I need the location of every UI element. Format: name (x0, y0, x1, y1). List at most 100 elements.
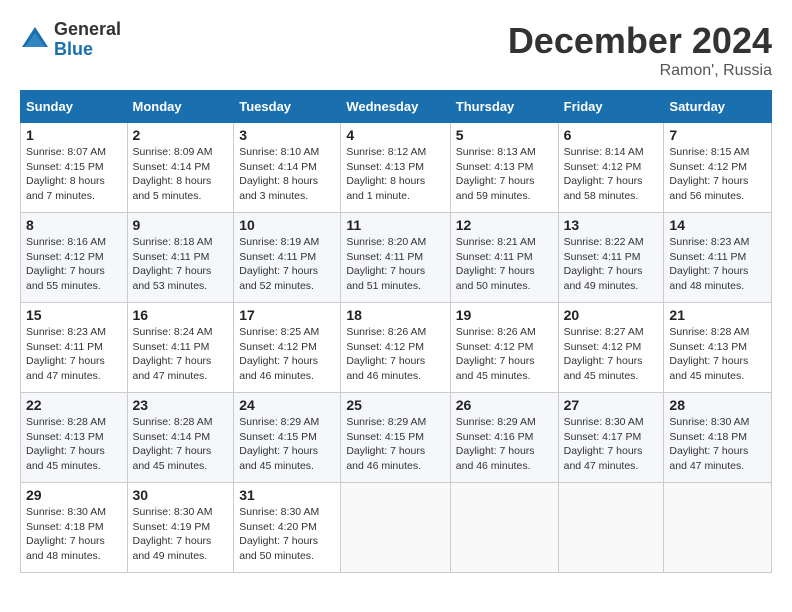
day-info: Sunrise: 8:12 AM Sunset: 4:13 PM Dayligh… (346, 145, 444, 204)
day-info: Sunrise: 8:29 AM Sunset: 4:16 PM Dayligh… (456, 415, 553, 474)
logo-blue-text: Blue (54, 40, 121, 60)
calendar-cell: 5Sunrise: 8:13 AM Sunset: 4:13 PM Daylig… (450, 123, 558, 213)
calendar-cell: 24Sunrise: 8:29 AM Sunset: 4:15 PM Dayli… (234, 393, 341, 483)
logo-general-text: General (54, 20, 121, 40)
day-info: Sunrise: 8:27 AM Sunset: 4:12 PM Dayligh… (564, 325, 659, 384)
calendar-cell: 13 Sunrise: 8:22 AM Sunset: 4:11 PM Dayli… (558, 213, 664, 303)
calendar-week-5: 29 Sunrise: 8:30 AM Sunset: 4:18 PM Dayli… (21, 483, 772, 573)
day-info: Sunrise: 8:26 AM Sunset: 4:12 PM Dayligh… (346, 325, 444, 384)
weekday-header-saturday: Saturday (664, 91, 772, 123)
day-number: 22 (26, 397, 122, 413)
calendar-cell: 7 Sunrise: 8:15 AM Sunset: 4:12 PM Daylig… (664, 123, 772, 213)
day-number: 29 (26, 487, 122, 503)
day-number: 7 (669, 127, 766, 143)
calendar-cell: 25 Sunrise: 8:29 AM Sunset: 4:15 PM Dayli… (341, 393, 450, 483)
weekday-header-tuesday: Tuesday (234, 91, 341, 123)
weekday-header-friday: Friday (558, 91, 664, 123)
day-info: Sunrise: 8:23 AM Sunset: 4:11 PM Dayligh… (26, 325, 122, 384)
day-number: 12 (456, 217, 553, 233)
logo-text: General Blue (54, 20, 121, 60)
day-number: 9 (133, 217, 229, 233)
day-number: 14 (669, 217, 766, 233)
calendar-week-3: 15 Sunrise: 8:23 AM Sunset: 4:11 PM Dayli… (21, 303, 772, 393)
day-number: 27 (564, 397, 659, 413)
day-info: Sunrise: 8:16 AM Sunset: 4:12 PM Dayligh… (26, 235, 122, 294)
day-number: 28 (669, 397, 766, 413)
day-number: 10 (239, 217, 335, 233)
weekday-header-wednesday: Wednesday (341, 91, 450, 123)
calendar-week-1: 1Sunrise: 8:07 AM Sunset: 4:15 PM Daylig… (21, 123, 772, 213)
calendar-week-4: 22 Sunrise: 8:28 AM Sunset: 4:13 PM Dayli… (21, 393, 772, 483)
location-title: Ramon', Russia (508, 62, 772, 80)
day-info: Sunrise: 8:26 AM Sunset: 4:12 PM Dayligh… (456, 325, 553, 384)
day-number: 15 (26, 307, 122, 323)
day-number: 5 (456, 127, 553, 143)
calendar-cell: 9Sunrise: 8:18 AM Sunset: 4:11 PM Daylig… (127, 213, 234, 303)
calendar-week-2: 8 Sunrise: 8:16 AM Sunset: 4:12 PM Daylig… (21, 213, 772, 303)
day-info: Sunrise: 8:09 AM Sunset: 4:14 PM Dayligh… (133, 145, 229, 204)
day-number: 21 (669, 307, 766, 323)
weekday-header-thursday: Thursday (450, 91, 558, 123)
calendar-cell: 26 Sunrise: 8:29 AM Sunset: 4:16 PM Dayli… (450, 393, 558, 483)
calendar-cell: 12 Sunrise: 8:21 AM Sunset: 4:11 PM Dayli… (450, 213, 558, 303)
calendar-cell: 16Sunrise: 8:24 AM Sunset: 4:11 PM Dayli… (127, 303, 234, 393)
day-number: 25 (346, 397, 444, 413)
day-info: Sunrise: 8:30 AM Sunset: 4:19 PM Dayligh… (133, 505, 229, 564)
calendar-cell: 17 Sunrise: 8:25 AM Sunset: 4:12 PM Dayli… (234, 303, 341, 393)
calendar-cell: 8 Sunrise: 8:16 AM Sunset: 4:12 PM Daylig… (21, 213, 128, 303)
calendar-cell: 6Sunrise: 8:14 AM Sunset: 4:12 PM Daylig… (558, 123, 664, 213)
calendar-cell: 19Sunrise: 8:26 AM Sunset: 4:12 PM Dayli… (450, 303, 558, 393)
day-number: 11 (346, 217, 444, 233)
calendar-cell: 10Sunrise: 8:19 AM Sunset: 4:11 PM Dayli… (234, 213, 341, 303)
day-info: Sunrise: 8:30 AM Sunset: 4:18 PM Dayligh… (669, 415, 766, 474)
calendar-cell: 31 Sunrise: 8:30 AM Sunset: 4:20 PM Dayli… (234, 483, 341, 573)
day-info: Sunrise: 8:24 AM Sunset: 4:11 PM Dayligh… (133, 325, 229, 384)
day-info: Sunrise: 8:25 AM Sunset: 4:12 PM Dayligh… (239, 325, 335, 384)
calendar-cell: 14 Sunrise: 8:23 AM Sunset: 4:11 PM Dayli… (664, 213, 772, 303)
day-info: Sunrise: 8:30 AM Sunset: 4:17 PM Dayligh… (564, 415, 659, 474)
day-info: Sunrise: 8:30 AM Sunset: 4:20 PM Dayligh… (239, 505, 335, 564)
day-info: Sunrise: 8:20 AM Sunset: 4:11 PM Dayligh… (346, 235, 444, 294)
calendar-cell: 30 Sunrise: 8:30 AM Sunset: 4:19 PM Dayli… (127, 483, 234, 573)
day-info: Sunrise: 8:28 AM Sunset: 4:13 PM Dayligh… (669, 325, 766, 384)
day-number: 23 (133, 397, 229, 413)
weekday-header-sunday: Sunday (21, 91, 128, 123)
day-number: 31 (239, 487, 335, 503)
calendar-cell: 11 Sunrise: 8:20 AM Sunset: 4:11 PM Dayli… (341, 213, 450, 303)
calendar-cell: 29 Sunrise: 8:30 AM Sunset: 4:18 PM Dayli… (21, 483, 128, 573)
day-number: 17 (239, 307, 335, 323)
day-info: Sunrise: 8:30 AM Sunset: 4:18 PM Dayligh… (26, 505, 122, 564)
day-info: Sunrise: 8:28 AM Sunset: 4:14 PM Dayligh… (133, 415, 229, 474)
calendar-cell: 1Sunrise: 8:07 AM Sunset: 4:15 PM Daylig… (21, 123, 128, 213)
day-number: 13 (564, 217, 659, 233)
day-info: Sunrise: 8:28 AM Sunset: 4:13 PM Dayligh… (26, 415, 122, 474)
calendar-cell (341, 483, 450, 573)
day-info: Sunrise: 8:21 AM Sunset: 4:11 PM Dayligh… (456, 235, 553, 294)
calendar-cell: 20 Sunrise: 8:27 AM Sunset: 4:12 PM Dayli… (558, 303, 664, 393)
day-number: 1 (26, 127, 122, 143)
calendar-cell: 4 Sunrise: 8:12 AM Sunset: 4:13 PM Daylig… (341, 123, 450, 213)
day-number: 2 (133, 127, 229, 143)
logo-icon (20, 25, 50, 55)
day-info: Sunrise: 8:29 AM Sunset: 4:15 PM Dayligh… (346, 415, 444, 474)
day-number: 8 (26, 217, 122, 233)
day-info: Sunrise: 8:15 AM Sunset: 4:12 PM Dayligh… (669, 145, 766, 204)
calendar-header-row: SundayMondayTuesdayWednesdayThursdayFrid… (21, 91, 772, 123)
title-block: December 2024 Ramon', Russia (508, 20, 772, 80)
calendar-cell: 3Sunrise: 8:10 AM Sunset: 4:14 PM Daylig… (234, 123, 341, 213)
calendar-cell (664, 483, 772, 573)
calendar-table: SundayMondayTuesdayWednesdayThursdayFrid… (20, 90, 772, 573)
day-info: Sunrise: 8:22 AM Sunset: 4:11 PM Dayligh… (564, 235, 659, 294)
day-number: 4 (346, 127, 444, 143)
logo: General Blue (20, 20, 121, 60)
calendar-cell (450, 483, 558, 573)
day-number: 30 (133, 487, 229, 503)
day-number: 26 (456, 397, 553, 413)
day-number: 20 (564, 307, 659, 323)
day-number: 6 (564, 127, 659, 143)
day-info: Sunrise: 8:23 AM Sunset: 4:11 PM Dayligh… (669, 235, 766, 294)
day-info: Sunrise: 8:10 AM Sunset: 4:14 PM Dayligh… (239, 145, 335, 204)
page-header: General Blue December 2024 Ramon', Russi… (20, 20, 772, 80)
calendar-cell: 21 Sunrise: 8:28 AM Sunset: 4:13 PM Dayli… (664, 303, 772, 393)
calendar-cell (558, 483, 664, 573)
